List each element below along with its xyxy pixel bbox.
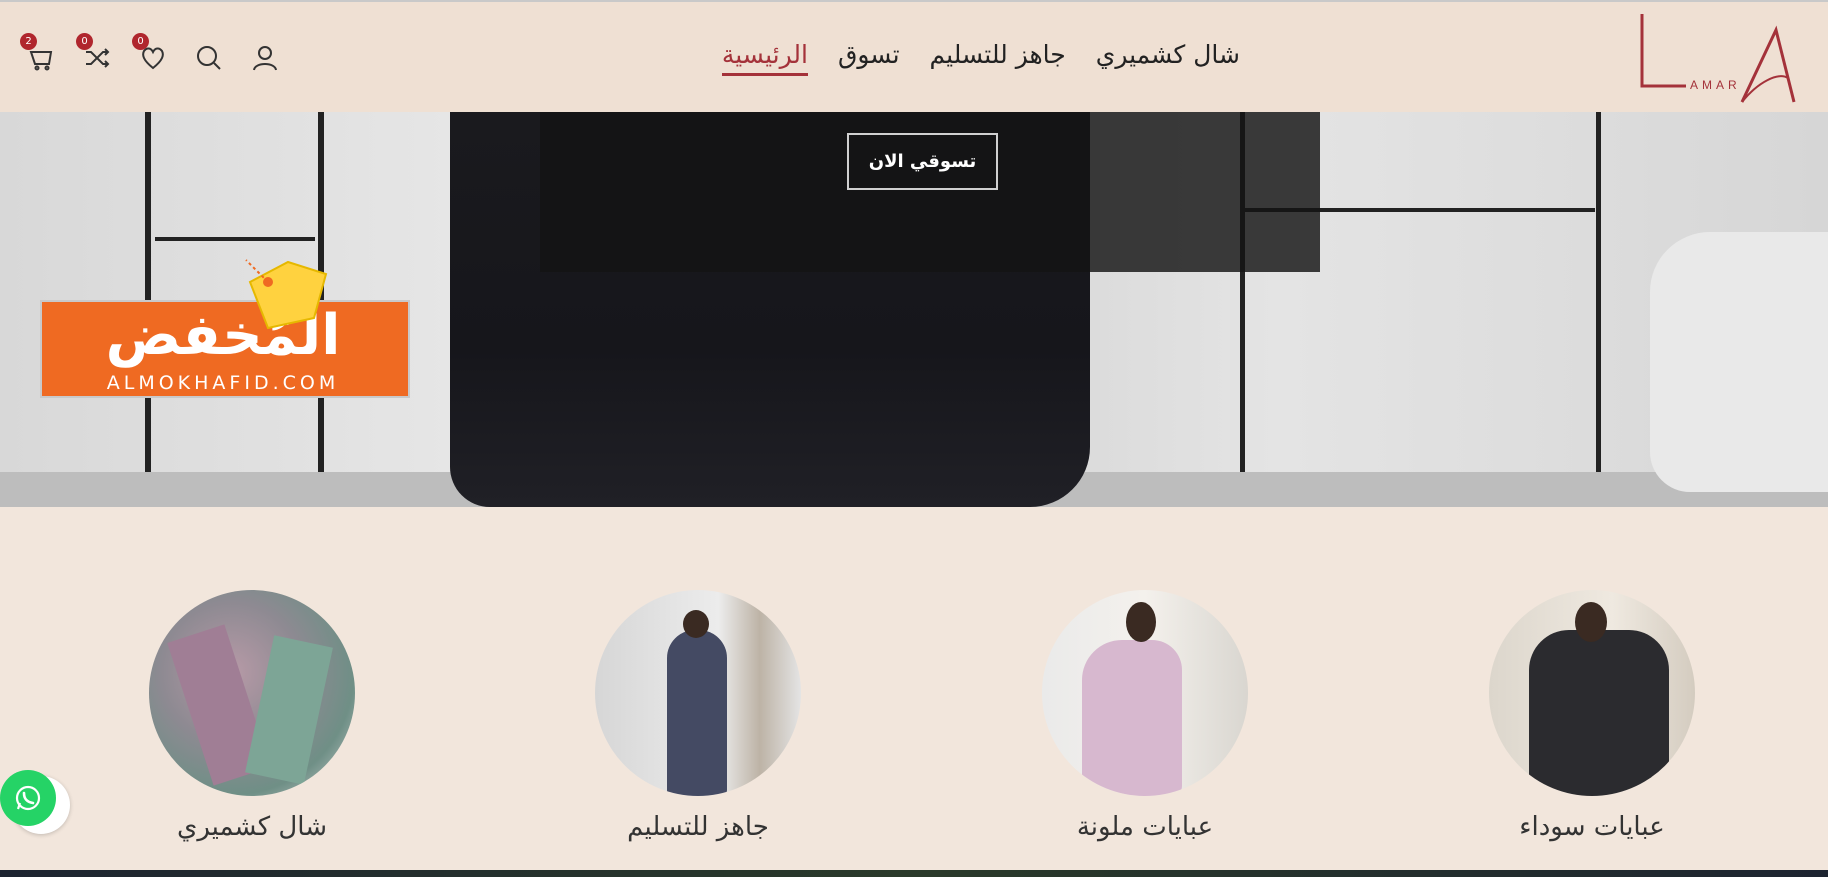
logo-text: AMAR [1690, 78, 1741, 92]
category-label: عبايات سوداء [1519, 812, 1665, 842]
wishlist-button[interactable]: 0 [132, 33, 168, 73]
hero-sofa [1650, 232, 1828, 492]
category-label: جاهز للتسليم [627, 812, 769, 842]
compare-count-badge: 0 [76, 33, 93, 50]
category-black-abayas[interactable]: عبايات سوداء [1477, 590, 1707, 842]
whatsapp-icon [15, 785, 41, 811]
cart-button[interactable]: 2 [20, 33, 56, 73]
figure-head [1126, 602, 1156, 642]
nav-ready-to-ship[interactable]: جاهز للتسليم [930, 40, 1066, 76]
shawl-fold [245, 635, 333, 785]
category-image [1042, 590, 1248, 796]
category-image [1489, 590, 1695, 796]
abaya-figure [667, 630, 727, 796]
figure-head [683, 610, 709, 638]
figure-head [1575, 602, 1607, 642]
nav-shop[interactable]: تسوق [838, 40, 900, 76]
cart-count-badge: 2 [20, 33, 37, 50]
account-button[interactable] [250, 43, 280, 73]
wishlist-count-badge: 0 [132, 33, 149, 50]
shop-now-button[interactable]: تسوقي الان [847, 133, 998, 190]
wall-panel-line [1596, 112, 1601, 472]
search-icon [197, 46, 221, 70]
category-cashmere-shawl[interactable]: شال كشميري [137, 590, 367, 842]
nav-cashmere-shawl[interactable]: شال كشميري [1096, 40, 1240, 76]
almokhafid-watermark: المُخفض ALMOKHAFID.COM [38, 252, 412, 400]
compare-button[interactable]: 0 [76, 33, 112, 73]
category-ready-to-ship[interactable]: جاهز للتسليم [583, 590, 813, 842]
category-colored-abayas[interactable]: عبايات ملونة [1030, 590, 1260, 842]
category-label: عبايات ملونة [1076, 812, 1214, 842]
whatsapp-button[interactable] [0, 770, 56, 826]
category-image [149, 590, 355, 796]
category-list: شال كشميري جاهز للتسليم عبايات ملونة عبا… [0, 590, 1828, 850]
category-label: شال كشميري [176, 812, 327, 842]
header-icons: 2 0 0 [20, 33, 280, 80]
category-image [595, 590, 801, 796]
abaya-figure [1082, 640, 1182, 796]
main-nav: الرئيسية تسوق جاهز للتسليم شال كشميري [721, 40, 1240, 76]
bottom-strip [0, 870, 1828, 877]
search-button[interactable] [194, 43, 224, 73]
wall-panel-line [155, 237, 315, 241]
user-icon [253, 46, 277, 71]
site-logo[interactable]: AMAR [1638, 12, 1798, 106]
abaya-figure [1529, 630, 1669, 796]
price-tag-icon [245, 259, 328, 330]
logo-mark: AMAR [1640, 14, 1796, 103]
nav-home[interactable]: الرئيسية [721, 40, 808, 76]
watermark-latin: ALMOKHAFID.COM [106, 372, 340, 394]
site-header: 2 0 0 الرئيسية تسوق جاهز للتسليم شال كشم… [0, 0, 1828, 112]
